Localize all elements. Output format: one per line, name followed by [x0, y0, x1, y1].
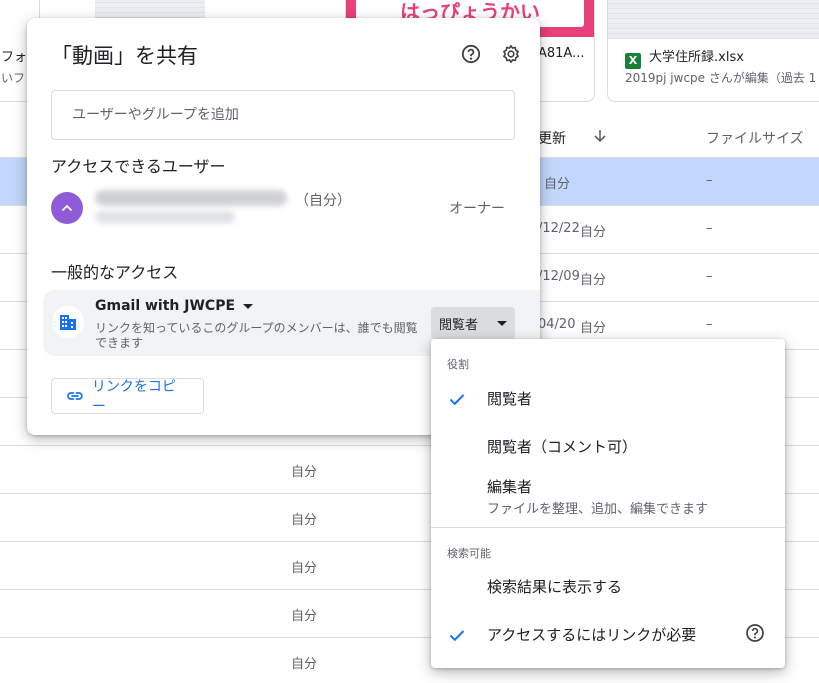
menu-item-label: 編集者 — [487, 478, 533, 496]
domain-building-icon — [52, 306, 84, 338]
access-description: リンクを知っているこのグループのメンバーは、誰でも閲覧できます — [95, 321, 418, 350]
menu-item-link-required[interactable]: アクセスするにはリンクが必要 — [431, 613, 785, 655]
people-section-title: アクセスできるユーザー — [51, 157, 226, 176]
size-cell: – — [706, 221, 713, 236]
file-card-title: フォ — [1, 50, 28, 65]
sort-arrow-icon[interactable] — [592, 128, 608, 148]
menu-item-commenter[interactable]: 閲覧者（コメント可） — [431, 425, 785, 467]
menu-item-label: 閲覧者 — [487, 390, 533, 408]
access-group-label: Gmail with JWCPE — [95, 298, 236, 314]
menu-item-label: 閲覧者（コメント可） — [487, 438, 638, 456]
date-cell: /12/09 — [538, 269, 580, 284]
date-cell: 04/20 — [538, 317, 576, 332]
owner-cell: 自分 — [291, 657, 318, 672]
owner-cell: 自分 — [291, 465, 318, 480]
owner-cell: 自分 — [580, 321, 607, 336]
checkmark-icon — [447, 389, 467, 413]
file-thumbnail — [95, 0, 205, 18]
search-section-title: 検索可能 — [447, 547, 491, 560]
role-section-title: 役割 — [447, 358, 469, 371]
size-cell: – — [706, 317, 713, 332]
menu-item-label: 検索結果に表示する — [487, 578, 623, 596]
dialog-title: 「動画」を共有 — [51, 44, 198, 68]
link-icon — [67, 392, 83, 400]
menu-item-label: アクセスするにはリンクが必要 — [487, 626, 697, 644]
menu-item-show-in-search[interactable]: 検索結果に表示する — [431, 565, 785, 607]
help-icon[interactable] — [745, 623, 765, 647]
column-header-size[interactable]: ファイルサイズ — [706, 128, 804, 148]
caret-down-icon — [243, 303, 254, 309]
gear-icon[interactable] — [499, 42, 523, 66]
date-cell: /12/22 — [538, 221, 580, 236]
avatar[interactable] — [51, 192, 83, 224]
user-name-redacted — [95, 190, 287, 206]
owner-cell: 自分 — [580, 273, 607, 288]
column-header-modified[interactable]: 更新 — [538, 128, 566, 148]
menu-item-description: ファイルを整理、追加、編集できます — [487, 502, 709, 517]
access-group-dropdown[interactable]: Gmail with JWCPE — [95, 298, 254, 314]
owner-cell: 自分 — [291, 513, 318, 528]
sheets-icon: X — [625, 53, 641, 69]
owner-cell: 自分 — [291, 561, 318, 576]
file-card-subtitle: いフ — [1, 71, 26, 85]
owner-cell: 自分 — [580, 225, 607, 240]
user-email-redacted — [95, 211, 235, 223]
role-dropdown[interactable]: 閲覧者 — [431, 307, 515, 339]
file-card[interactable]: X 大学住所録.xlsx 2019pj jwcpe さんが編集（過去 1 週 — [607, 0, 819, 102]
size-cell: – — [706, 173, 713, 188]
owner-role-label: オーナー — [449, 201, 505, 217]
checkmark-icon — [447, 625, 467, 649]
copy-link-button[interactable]: リンクをコピー — [51, 378, 204, 415]
chevron-up-icon — [61, 204, 73, 212]
menu-divider — [431, 527, 785, 528]
copy-link-label: リンクをコピー — [91, 379, 176, 415]
owner-cell: 自分 — [291, 609, 318, 624]
size-cell: – — [706, 269, 713, 284]
help-icon[interactable] — [459, 42, 483, 66]
role-dropdown-label: 閲覧者 — [439, 317, 479, 333]
self-tag: （自分） — [295, 193, 351, 209]
caret-down-icon — [497, 320, 507, 326]
owner-cell: 自分 — [544, 177, 571, 192]
file-card-subtitle: 2019pj jwcpe さんが編集（過去 1 週 — [625, 71, 819, 85]
role-menu: 役割 閲覧者 閲覧者（コメント可） 編集者 ファイルを整理、追加、編集できます … — [431, 339, 785, 668]
menu-item-viewer[interactable]: 閲覧者 — [431, 377, 785, 419]
file-card-title: X 大学住所録.xlsx — [625, 46, 744, 69]
file-thumbnail — [608, 0, 819, 39]
general-access-title: 一般的なアクセス — [51, 263, 179, 282]
add-people-input[interactable] — [51, 90, 515, 140]
menu-item-editor[interactable]: 編集者 ファイルを整理、追加、編集できます — [431, 467, 785, 519]
file-card-title: A81A... — [538, 46, 585, 61]
